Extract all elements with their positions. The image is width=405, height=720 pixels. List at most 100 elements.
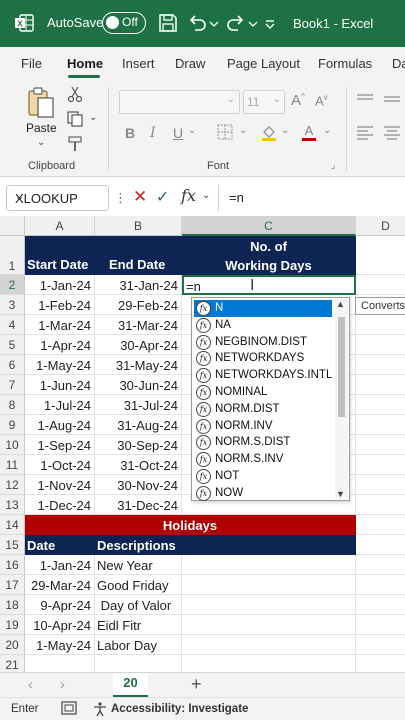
holiday-date-cell[interactable]: 1-May-24 [25,635,95,655]
start-date-cell[interactable]: 1-May-24 [25,355,95,375]
font-size-dropdown[interactable]: 11 ⌄ [243,90,285,114]
font-color-dropdown-icon[interactable]: ⌄ [323,125,331,136]
empty-cell[interactable] [25,655,95,672]
function-autocomplete-list[interactable]: ▲ ▼ fx Nfx NA fx NEGBINOM.DIST fx NETWORKDAYS f… [191,297,350,501]
bold-icon[interactable]: B [125,125,135,141]
holiday-desc-cell[interactable]: Good Friday [95,575,182,595]
align-left-icon[interactable] [356,125,374,141]
end-date-cell[interactable]: 31-May-24 [95,355,182,375]
row-header-2[interactable]: 2 [0,275,25,295]
autocomplete-item[interactable]: fx NETWORKDAYS.INTL [194,367,332,384]
empty-cell[interactable] [356,635,405,655]
row-header-11[interactable]: 11 [0,455,25,475]
holiday-desc-cell[interactable]: Day of Valor [95,595,182,615]
more-options-icon[interactable]: ⋮ [114,190,127,206]
cell-mode-icon[interactable] [61,701,77,715]
holiday-date-cell[interactable]: 1-Jan-24 [25,555,95,575]
header-end-date[interactable]: End Date [95,236,182,275]
row-header-19[interactable]: 19 [0,615,25,635]
holiday-desc-cell[interactable]: Eidl Fitr [95,615,182,635]
row-header-7[interactable]: 7 [0,375,25,395]
end-date-cell[interactable]: 31-Dec-24 [95,495,182,515]
row-header-9[interactable]: 9 [0,415,25,435]
tab-draw[interactable]: Draw [175,56,205,71]
autocomplete-item[interactable]: fx NOMINAL [194,384,332,401]
holiday-date-cell[interactable]: 29-Mar-24 [25,575,95,595]
active-cell-c2[interactable]: =n [182,275,356,295]
holiday-desc-cell[interactable]: New Year [95,555,182,575]
previous-sheet-icon[interactable]: ‹ [28,676,33,692]
underline-icon[interactable]: U [173,125,183,141]
start-date-cell[interactable]: 1-Jun-24 [25,375,95,395]
empty-cell[interactable] [356,535,405,555]
start-date-cell[interactable]: 1-Sep-24 [25,435,95,455]
increase-font-size-icon[interactable]: A^ [291,92,305,109]
copy-dropdown-icon[interactable]: ⌄ [89,112,97,123]
autocomplete-item[interactable]: fx NETWORKDAYS [194,350,332,367]
row-header-21[interactable]: 21 [0,655,25,672]
align-middle-icon[interactable] [383,93,401,107]
empty-cell[interactable] [356,495,405,515]
empty-cell[interactable] [356,335,405,355]
accessibility-icon[interactable] [92,701,108,717]
holiday-date-cell[interactable]: 9-Apr-24 [25,595,95,615]
end-date-cell[interactable]: 29-Feb-24 [95,295,182,315]
start-date-cell[interactable]: 1-Aug-24 [25,415,95,435]
empty-cell[interactable] [356,575,405,595]
insert-function-icon[interactable]: fx [181,186,196,205]
scrollbar-thumb[interactable] [338,317,345,417]
underline-dropdown-icon[interactable]: ⌄ [188,125,196,136]
scroll-up-icon[interactable]: ▲ [336,299,345,309]
empty-cell[interactable] [356,475,405,495]
paste-label[interactable]: Paste [26,121,57,135]
row-header-3[interactable]: 3 [0,295,25,315]
end-date-cell[interactable]: 30-Jun-24 [95,375,182,395]
empty-cell[interactable] [182,555,356,575]
scroll-down-icon[interactable]: ▼ [336,489,345,499]
tab-home[interactable]: Home [67,56,103,71]
end-date-cell[interactable]: 31-Jan-24 [95,275,182,295]
borders-icon[interactable] [217,124,233,140]
empty-cell[interactable] [356,355,405,375]
end-date-cell[interactable]: 31-Aug-24 [95,415,182,435]
end-date-cell[interactable]: 31-Mar-24 [95,315,182,335]
empty-cell[interactable] [182,595,356,615]
row-header-10[interactable]: 10 [0,435,25,455]
row-header-17[interactable]: 17 [0,575,25,595]
fill-color-icon[interactable] [260,123,278,141]
autosave-toggle[interactable]: Off [102,12,146,34]
italic-icon[interactable]: I [150,125,156,141]
decrease-font-size-icon[interactable]: Av [315,93,328,108]
undo-icon[interactable] [186,12,208,34]
row-header-5[interactable]: 5 [0,335,25,355]
start-date-cell[interactable]: 1-Jul-24 [25,395,95,415]
sheet-tab[interactable]: 20 [113,673,148,697]
end-date-cell[interactable]: 31-Oct-24 [95,455,182,475]
accessibility-status[interactable]: Accessibility: Investigate [111,703,248,715]
format-painter-icon[interactable] [66,135,84,153]
row-header-8[interactable]: 8 [0,395,25,415]
row-header-20[interactable]: 20 [0,635,25,655]
header-working-days[interactable]: No. of Working Days [182,236,356,275]
empty-cell[interactable] [356,315,405,335]
row-header-4[interactable]: 4 [0,315,25,335]
align-center-icon[interactable] [383,125,401,141]
autocomplete-item[interactable]: fx NORM.DIST [194,401,332,418]
name-box[interactable]: XLOOKUP ⌄ [6,185,109,211]
start-date-cell[interactable]: 1-Apr-24 [25,335,95,355]
save-icon[interactable] [157,12,179,34]
font-name-dropdown[interactable]: ⌄ [119,90,240,114]
end-date-cell[interactable]: 31-Jul-24 [95,395,182,415]
cancel-icon[interactable]: ✕ [133,187,147,207]
autocomplete-item[interactable]: fx NORM.S.DIST [194,434,332,451]
undo-dropdown-icon[interactable] [208,12,220,34]
holiday-date-cell[interactable]: 10-Apr-24 [25,615,95,635]
redo-dropdown-icon[interactable] [247,12,259,34]
align-top-icon[interactable] [356,93,374,107]
customize-toolbar-icon[interactable] [263,12,277,34]
column-header-d[interactable]: D [356,216,405,236]
header-start-date[interactable]: Start Date [25,236,95,275]
next-sheet-icon[interactable]: › [60,676,65,692]
holiday-desc-cell[interactable]: Labor Day [95,635,182,655]
column-header-b[interactable]: B [95,216,182,236]
